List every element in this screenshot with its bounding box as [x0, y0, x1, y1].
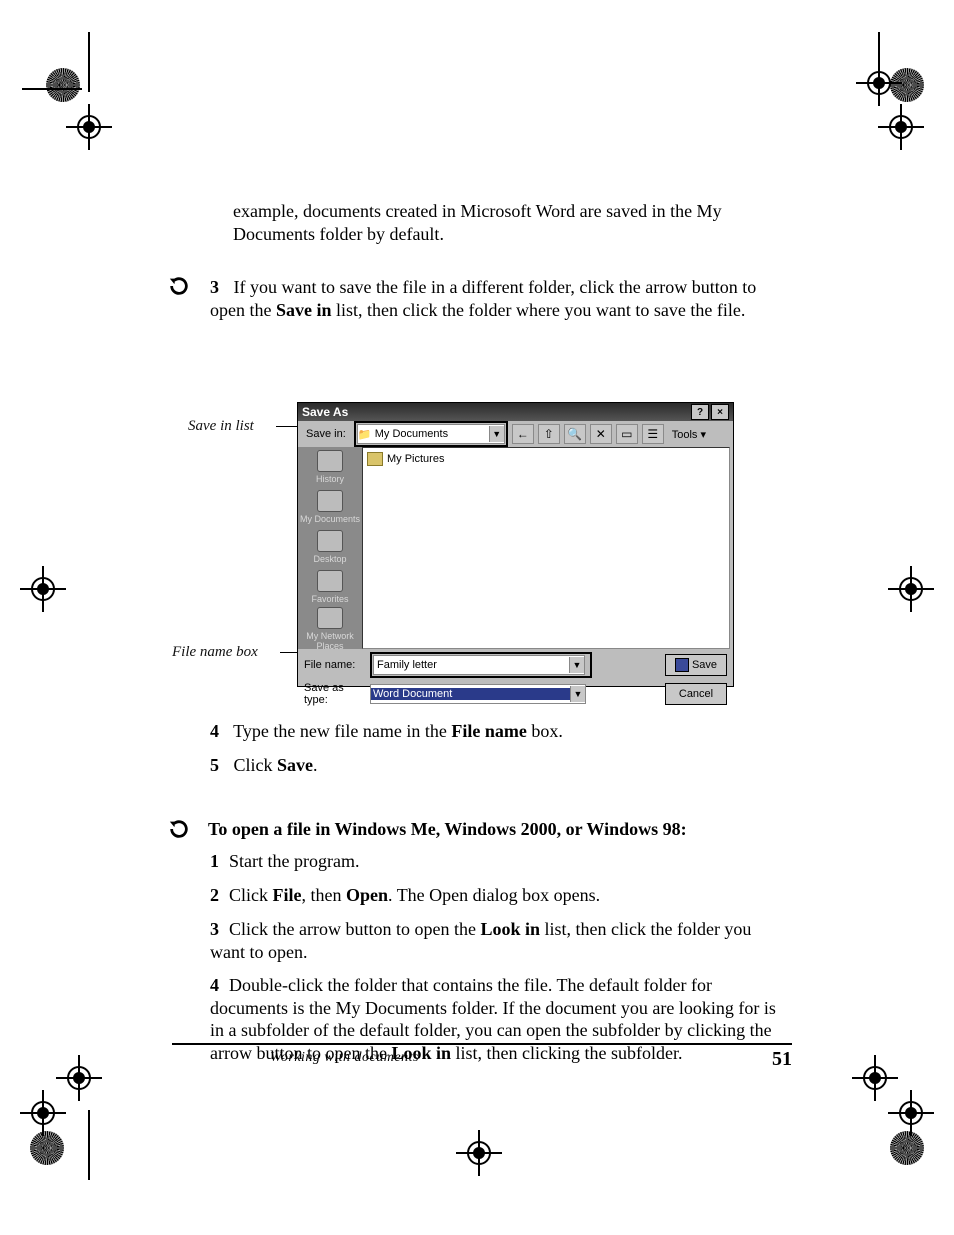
list-item[interactable]: My Pictures	[367, 452, 725, 466]
dialog-title: Save As	[302, 405, 348, 419]
chevron-down-icon[interactable]: ▼	[569, 657, 584, 673]
step-4: 4 Type the new file name in the File nam…	[210, 720, 790, 743]
continue-arrow-icon	[168, 818, 190, 840]
footer-rule	[172, 1043, 792, 1045]
step-3: 3 If you want to save the file in a diff…	[210, 276, 790, 321]
save-as-type-combo[interactable]: Word Document ▼	[370, 684, 586, 704]
views-icon[interactable]: ☰	[642, 424, 664, 444]
back-icon[interactable]: ←	[512, 424, 534, 444]
close-button[interactable]: ×	[711, 404, 729, 420]
save-in-combo[interactable]: 📁 My Documents ▼	[357, 424, 505, 444]
cancel-button[interactable]: Cancel	[665, 683, 727, 705]
page-number: 51	[772, 1048, 792, 1071]
file-name-label: File name:	[304, 659, 364, 671]
chevron-down-icon[interactable]: ▼	[570, 686, 585, 702]
step-5: 5 Click Save.	[210, 754, 790, 777]
paragraph-intro: example, documents created in Microsoft …	[233, 200, 789, 245]
folder-icon	[367, 452, 383, 466]
save-button[interactable]: Save	[665, 654, 727, 676]
places-bar: History My Documents Desktop Favorites M…	[298, 447, 362, 649]
new-folder-icon[interactable]: ▭	[616, 424, 638, 444]
place-network[interactable]: My Network Places	[298, 607, 362, 651]
section-heading: To open a file in Windows Me, Windows 20…	[208, 818, 798, 841]
continue-arrow-icon	[168, 275, 190, 297]
open-step-2: 2Click File, then Open. The Open dialog …	[210, 884, 790, 907]
disk-icon	[675, 658, 689, 672]
place-my-documents[interactable]: My Documents	[298, 487, 362, 527]
file-name-highlight: Family letter ▼	[370, 652, 592, 678]
place-history[interactable]: History	[298, 447, 362, 487]
place-favorites[interactable]: Favorites	[298, 567, 362, 607]
save-in-label: Save in:	[302, 428, 350, 440]
chevron-down-icon[interactable]: ▼	[489, 426, 504, 442]
place-desktop[interactable]: Desktop	[298, 527, 362, 567]
open-step-3: 3Click the arrow button to open the Look…	[210, 918, 790, 963]
up-one-level-icon[interactable]: ⇧	[538, 424, 560, 444]
help-button[interactable]: ?	[691, 404, 709, 420]
running-header: Working with documents	[270, 1050, 419, 1066]
file-name-input[interactable]: Family letter ▼	[373, 655, 585, 675]
callout-file-name: File name box	[172, 644, 258, 661]
folder-icon: 📁	[358, 428, 372, 441]
save-as-dialog: Save As ? × Save in: 📁 My Documents ▼ ← …	[297, 402, 734, 687]
save-as-type-label: Save as type:	[304, 682, 364, 706]
search-web-icon[interactable]: 🔍	[564, 424, 586, 444]
delete-icon[interactable]: ✕	[590, 424, 612, 444]
open-step-1: 1Start the program.	[210, 850, 790, 873]
file-list[interactable]: My Pictures	[362, 447, 730, 649]
callout-save-in: Save in list	[188, 418, 254, 435]
tools-menu[interactable]: Tools ▾	[668, 428, 710, 441]
save-in-highlight: 📁 My Documents ▼	[354, 421, 508, 447]
titlebar[interactable]: Save As ? ×	[298, 403, 733, 421]
